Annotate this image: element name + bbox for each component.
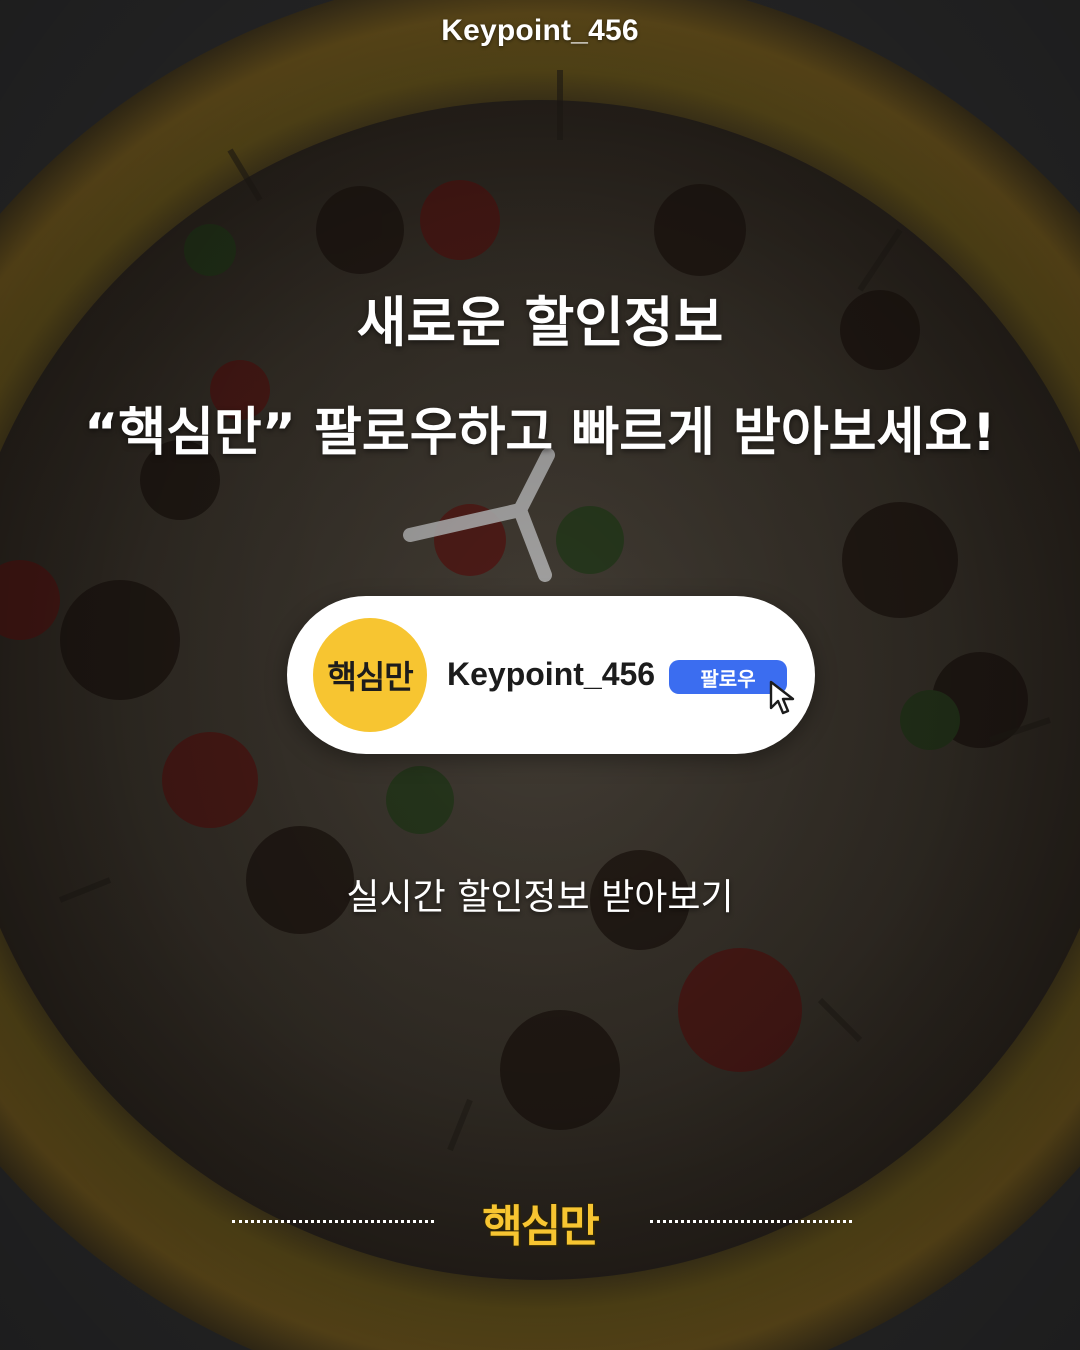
profile-username[interactable]: Keypoint_456 [447,656,655,693]
headline-title: 새로운 할인정보 [356,291,724,354]
footer-divider-left [232,1220,434,1223]
footer-logo: 핵심만 [482,1201,599,1252]
headline-subtitle: “핵심만” 팔로우하고 빠르게 받아보세요! [84,403,996,463]
promo-page: Keypoint_456 새로운 할인정보 “핵심만” 팔로우하고 빠르게 받아… [0,0,1080,1350]
avatar[interactable]: 핵심만 [313,618,427,732]
mouse-pointer-icon [769,680,795,715]
subtext-cta: 실시간 할인정보 받아보기 [346,877,734,918]
header-handle: Keypoint_456 [441,14,639,47]
footer-divider-right [650,1220,852,1223]
profile-card[interactable]: 핵심만 Keypoint_456 팔로우 [287,596,815,754]
